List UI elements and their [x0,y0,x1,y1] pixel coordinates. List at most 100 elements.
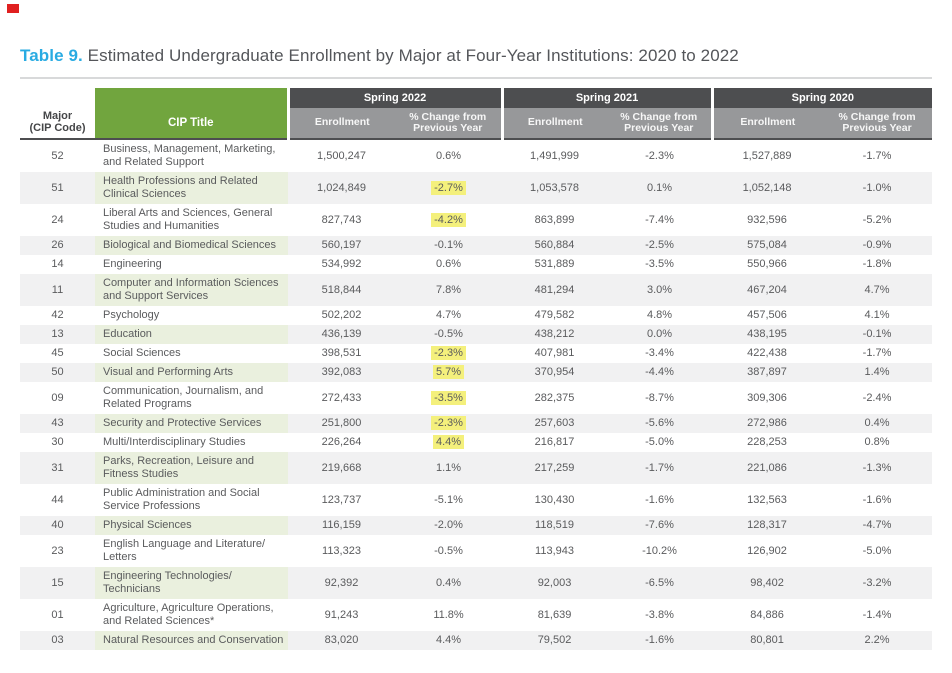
table-row: 01 Agriculture, Agriculture Operations, a… [20,599,933,631]
cip-code-cell: 09 [20,382,95,414]
pct-value: -3.5% [645,258,674,270]
pct-value: 0.6% [435,258,462,270]
pct-change-cell-s2022: -2.7% [395,172,503,204]
highlighted-value: 4.4% [432,435,465,449]
enrollment-cell-s2021: 863,899 [502,204,608,236]
table-row: 40 Physical Sciences 116,159 -2.0% 118,519 -7… [20,516,933,535]
cip-title-cell: Education [95,325,288,344]
table-title-text: Estimated Undergraduate Enrollment by Ma… [82,46,739,65]
pct-change-cell-s2022: -2.3% [395,344,503,363]
pct-change-cell-s2020: -1.7% [822,344,933,363]
pct-change-line1: % Change from [409,110,487,123]
pct-change-cell-s2021: -8.7% [607,382,713,414]
cip-title-cell: Public Administration and Social Service… [95,484,288,516]
pct-change-cell-s2021: -3.5% [607,255,713,274]
pct-change-cell-s2020: 4.7% [822,274,933,306]
cip-title-cell: Parks, Recreation, Leisure and Fitness S… [95,452,288,484]
header-cip-title: CIP Title [95,88,288,139]
pct-value: 0.1% [646,181,673,194]
enrollment-cell-s2021: 438,212 [502,325,608,344]
enrollment-cell-s2022: 1,500,247 [288,139,395,172]
enrollment-cell-s2021: 407,981 [502,344,608,363]
enrollment-cell-s2020: 132,563 [712,484,823,516]
enrollment-cell-s2021: 560,884 [502,236,608,255]
table-row: 14 Engineering 534,992 0.6% 531,889 -3.5% 550,… [20,255,933,274]
cip-code-cell: 31 [20,452,95,484]
pct-change-cell-s2021: -3.4% [607,344,713,363]
cip-title-cell: Business, Management, Marketing, and Rel… [95,139,288,172]
pct-value: -5.6% [645,417,674,429]
pct-change-cell-s2020: -3.2% [822,567,933,599]
table-header: Major (CIP Code) CIP Title Spring 2022 S… [20,88,933,139]
pct-change-cell-s2021: 4.8% [607,306,713,325]
cip-title-cell: Biological and Biomedical Sciences [95,236,288,255]
cip-title-cell: Social Sciences [95,344,288,363]
cip-code-cell: 50 [20,363,95,382]
pct-change-line2: Previous Year [413,122,483,134]
table-row: 11 Computer and Information Sciences and … [20,274,933,306]
enrollment-cell-s2021: 1,053,578 [502,172,608,204]
enrollment-cell-s2020: 932,596 [712,204,823,236]
pct-value: -2.3% [645,149,674,162]
pct-value: -1.6% [645,634,674,646]
pct-change-cell-s2020: 2.2% [822,631,933,650]
pct-change-cell-s2020: 0.4% [822,414,933,433]
pct-value: -1.8% [862,258,892,270]
header-group-spring-2022: Spring 2022 [286,88,503,108]
pct-change-cell-s2021: -1.6% [607,484,713,516]
enrollment-cell-s2022: 398,531 [288,344,395,363]
enrollment-cell-s2021: 92,003 [502,567,608,599]
table-row: 30 Multi/​Interdisciplinary Studies 226,26… [20,433,933,452]
pct-change-cell-s2020: -2.4% [822,382,933,414]
pct-value: -0.9% [862,239,892,251]
pct-value: -3.2% [862,576,892,589]
enrollment-cell-s2021: 257,603 [502,414,608,433]
cip-title-cell: Engineering Technologies/​Technicians [95,567,288,599]
header-major-line1: Major [42,110,73,122]
pct-change-cell-s2020: -0.9% [822,236,933,255]
pct-value: -8.7% [645,391,674,404]
pct-value: -1.3% [862,461,892,474]
pct-change-cell-s2022: -3.5% [395,382,503,414]
enrollment-cell-s2022: 560,197 [288,236,395,255]
pct-change-cell-s2022: 4.4% [395,631,503,650]
cip-code-cell: 30 [20,433,95,452]
cip-title-cell: Computer and Information Sciences and Su… [95,274,288,306]
pct-value: -6.5% [645,576,674,589]
enrollment-cell-s2020: 272,986 [712,414,823,433]
enrollment-cell-s2020: 84,886 [712,599,823,631]
header-enrollment-2022: Enrollment [286,108,395,139]
pct-value: -3.8% [645,608,674,621]
cip-title-cell: Agriculture, Agriculture Operations, and… [95,599,288,631]
enrollment-cell-s2022: 226,264 [288,433,395,452]
pct-value: 11.8% [433,608,464,621]
pct-value: 0.4% [864,417,890,429]
pct-value: 4.7% [864,283,890,296]
enrollment-cell-s2021: 79,502 [502,631,608,650]
pct-value: -1.6% [645,493,674,506]
enrollment-cell-s2022: 502,202 [288,306,395,325]
pct-change-cell-s2020: -1.3% [822,452,933,484]
pct-value: -1.0% [862,181,892,194]
cip-code-cell: 24 [20,204,95,236]
pct-change-cell-s2022: -4.2% [395,204,503,236]
header-pct-change-2020: % Change from Previous Year [822,108,933,139]
pct-change-cell-s2021: -1.6% [607,631,713,650]
cip-title-cell: Liberal Arts and Sciences, General Studi… [95,204,288,236]
cip-title-cell: Physical Sciences [95,516,288,535]
enrollment-cell-s2022: 1,024,849 [288,172,395,204]
enrollment-cell-s2022: 251,800 [288,414,395,433]
table-row: 24 Liberal Arts and Sciences, General Stu… [20,204,933,236]
cip-code-cell: 15 [20,567,95,599]
cip-code-cell: 42 [20,306,95,325]
pct-change-cell-s2021: -2.3% [607,139,713,172]
enrollment-cell-s2021: 370,954 [502,363,608,382]
cip-title-cell: Visual and Performing Arts [95,363,288,382]
cip-title-cell: Communication, Journalism, and Related P… [95,382,288,414]
pct-change-cell-s2020: 0.8% [822,433,933,452]
enrollment-cell-s2022: 83,020 [288,631,395,650]
pct-change-cell-s2021: -4.4% [607,363,713,382]
pct-change-cell-s2021: -3.8% [607,599,713,631]
pct-change-cell-s2021: -7.4% [607,204,713,236]
pct-change-cell-s2022: -0.5% [395,325,503,344]
